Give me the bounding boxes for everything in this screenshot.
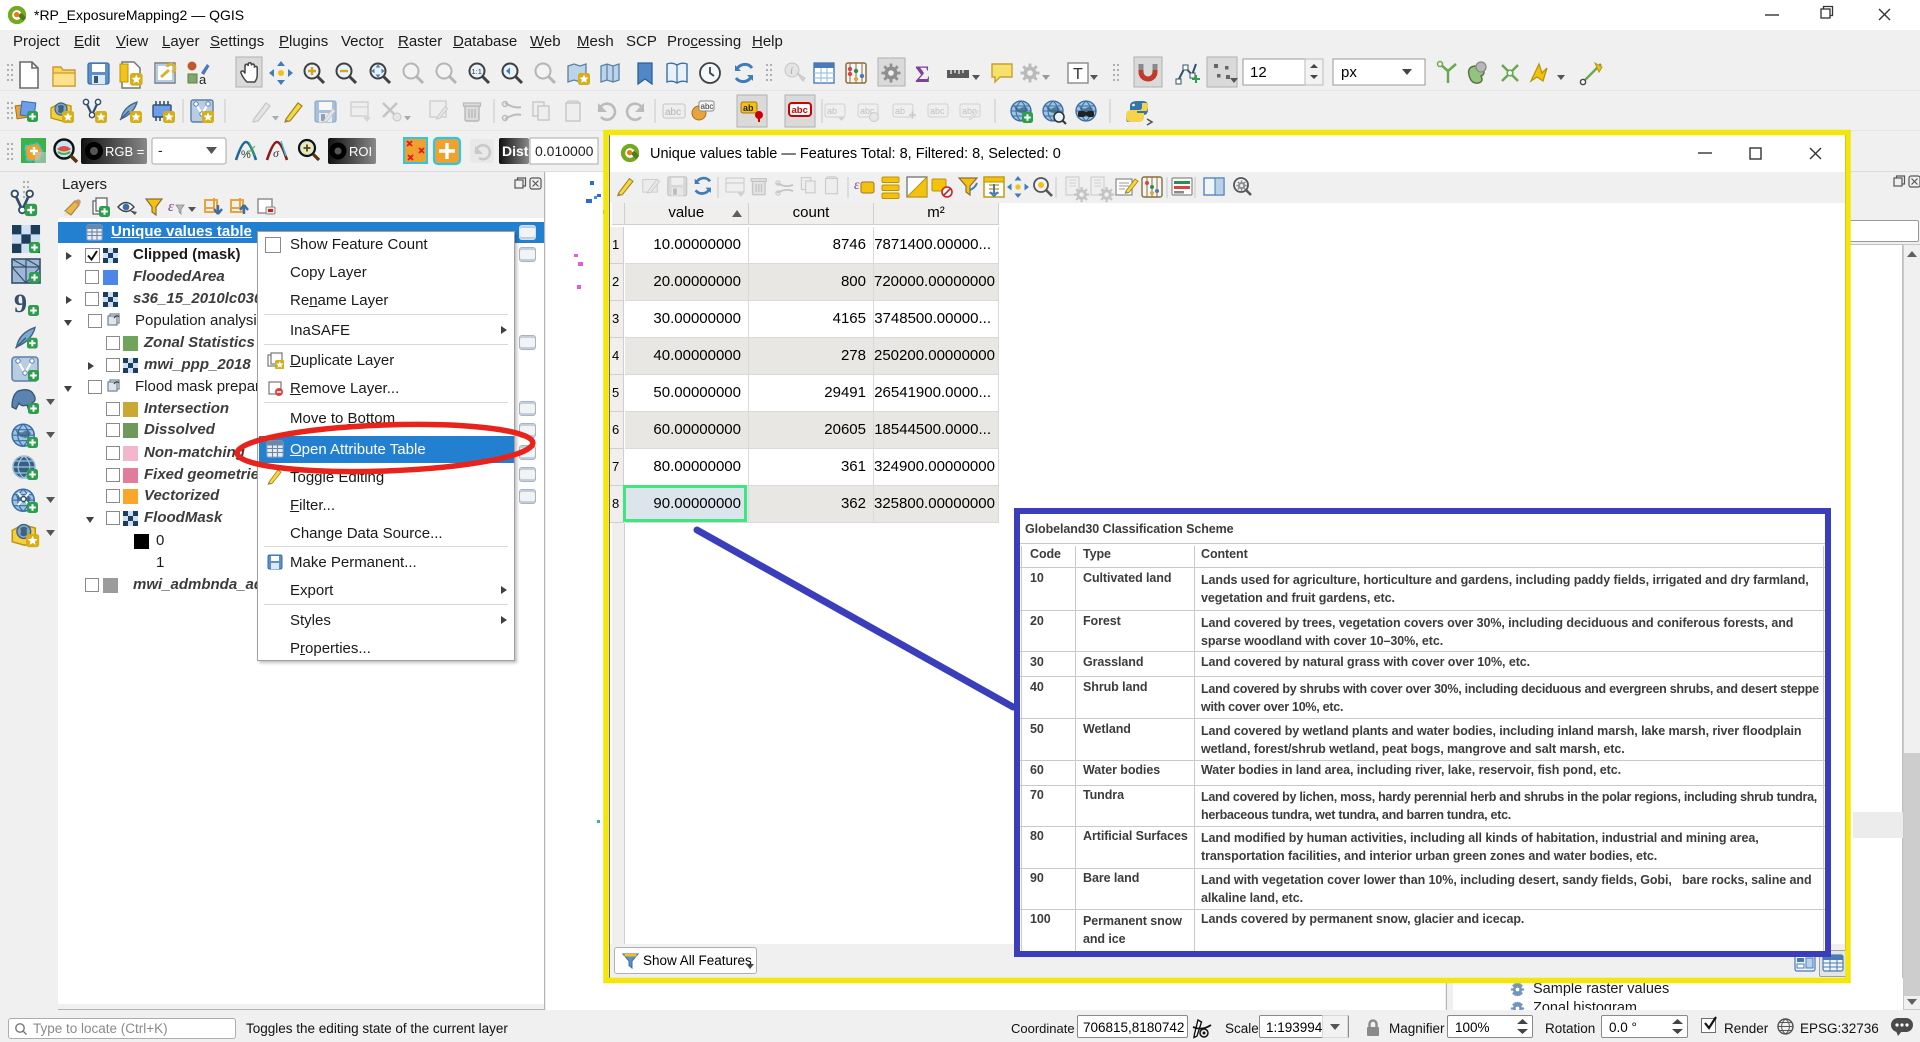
svg-text:Dist: Dist [502, 143, 529, 159]
svg-text:abc: abc [792, 105, 808, 116]
svg-text:px: px [1341, 64, 1357, 81]
svg-text:-: - [158, 142, 163, 158]
svg-text:12: 12 [1250, 64, 1267, 81]
svg-text:ab: ab [827, 106, 837, 116]
svg-text:ab: ab [743, 103, 754, 113]
svg-text:0.010000: 0.010000 [535, 143, 594, 159]
svg-text:T: T [1073, 66, 1083, 83]
svg-text:1:1: 1:1 [472, 67, 482, 76]
svg-text:i: i [790, 65, 793, 77]
svg-text:a: a [199, 72, 207, 87]
svg-text:abc: abc [665, 107, 681, 118]
svg-text:9: 9 [14, 289, 27, 318]
svg-text:abc: abc [701, 102, 714, 111]
svg-text:abc: abc [930, 106, 945, 116]
svg-text:RGB =: RGB = [105, 144, 144, 159]
svg-text:Σ: Σ [915, 62, 930, 87]
svg-text:ε: ε [168, 199, 174, 215]
svg-text:ROI: ROI [349, 144, 372, 159]
svg-text:σ: σ [273, 146, 280, 160]
svg-text:ε: ε [854, 178, 860, 193]
svg-text:ab: ab [895, 106, 905, 116]
